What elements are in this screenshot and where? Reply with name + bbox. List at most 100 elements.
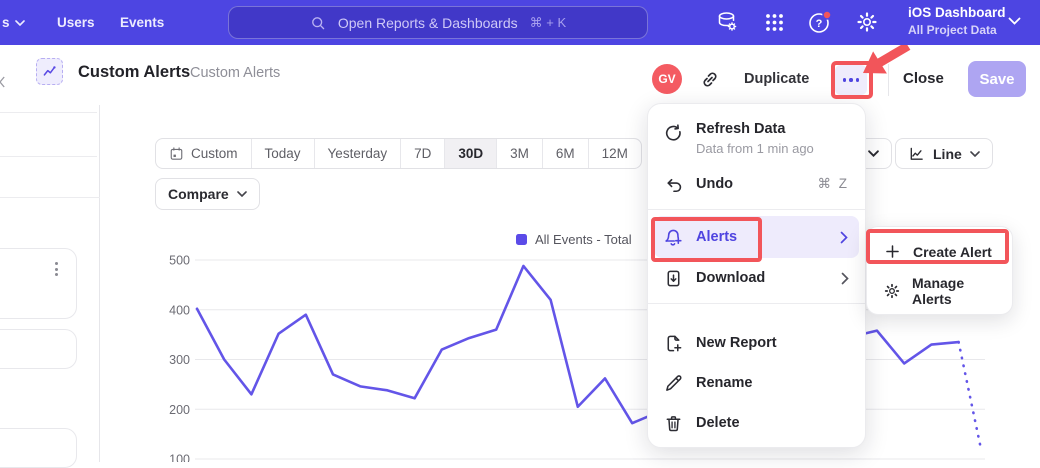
search-placeholder: Open Reports & Dashboards — [338, 15, 518, 31]
project-switcher[interactable]: iOS Dashboard All Project Data — [908, 5, 1006, 38]
alert-card[interactable] — [0, 248, 77, 319]
global-search-input[interactable]: Open Reports & Dashboards ⌘ + K — [228, 6, 648, 39]
menu-item-label: Download — [696, 270, 765, 286]
chevron-down-icon[interactable] — [1008, 17, 1021, 25]
undo-icon — [663, 174, 683, 194]
close-button[interactable]: Close — [903, 70, 944, 87]
submenu-item-manage-alerts[interactable]: Manage Alerts — [867, 271, 1012, 310]
y-tick-label: 300 — [169, 353, 190, 367]
dashboard-name: iOS Dashboard — [908, 5, 1006, 21]
duplicate-button[interactable]: Duplicate — [744, 71, 809, 87]
chart-type-label: Line — [933, 146, 962, 162]
menu-item-label: Delete — [696, 415, 740, 431]
trash-icon — [663, 413, 683, 433]
help-icon[interactable]: ? — [807, 9, 833, 35]
chart-legend: All Events - Total — [516, 232, 632, 247]
chevron-down-icon — [970, 151, 980, 157]
settings-gear-icon[interactable] — [854, 9, 880, 35]
apps-grid-icon[interactable] — [761, 9, 787, 35]
menu-item-alerts[interactable]: Alerts — [654, 216, 859, 258]
calendar-icon — [169, 146, 184, 161]
menu-item-download[interactable]: Download — [648, 258, 865, 298]
alerts-submenu: Create Alert Manage Alerts — [866, 226, 1013, 315]
menu-item-label: Refresh Data — [696, 121, 814, 137]
menu-item-rename[interactable]: Rename — [648, 363, 865, 403]
panel-divider — [0, 112, 97, 113]
breadcrumb: Custom Alerts — [190, 65, 280, 81]
menu-divider — [648, 303, 865, 304]
range-7d[interactable]: 7D — [401, 139, 445, 168]
refresh-icon — [663, 123, 683, 143]
chart-type-button[interactable]: Line — [895, 138, 993, 169]
save-button[interactable]: Save — [968, 61, 1026, 97]
alert-bell-icon — [663, 227, 683, 247]
range-custom[interactable]: Custom — [156, 139, 252, 168]
chevron-down-icon — [237, 191, 247, 197]
range-today[interactable]: Today — [252, 139, 315, 168]
undo-shortcut: ⌘ Z — [818, 176, 850, 192]
menu-item-undo[interactable]: Undo ⌘ Z — [648, 164, 865, 204]
panel-divider — [0, 197, 100, 198]
y-tick-label: 200 — [169, 403, 190, 417]
menu-item-refresh-data[interactable]: Refresh Data Data from 1 min ago — [648, 116, 865, 164]
compare-label: Compare — [168, 186, 229, 202]
line-chart-icon — [908, 146, 925, 162]
menu-item-label: Rename — [696, 375, 752, 391]
legend-label: All Events - Total — [535, 232, 632, 247]
left-sidebar-panel — [0, 105, 100, 462]
y-tick-label: 500 — [169, 254, 190, 268]
data-management-icon[interactable] — [714, 9, 740, 35]
share-link-icon[interactable] — [699, 69, 721, 89]
refresh-subtitle: Data from 1 min ago — [696, 141, 814, 156]
nav-item-events[interactable]: Events — [120, 0, 164, 45]
menu-item-delete[interactable]: Delete — [648, 403, 865, 443]
download-icon — [663, 268, 683, 288]
range-30d-selected[interactable]: 30D — [445, 139, 497, 168]
y-tick-label: 400 — [169, 303, 190, 317]
chevron-down-icon — [868, 150, 879, 157]
search-icon — [310, 15, 326, 31]
menu-divider — [648, 209, 865, 210]
chevron-right-icon — [841, 272, 849, 285]
menu-item-label: Undo — [696, 176, 733, 192]
menu-item-new-report[interactable]: New Report — [648, 323, 865, 363]
pencil-icon — [663, 373, 683, 393]
chevron-right-icon — [840, 231, 848, 244]
kebab-menu-icon[interactable] — [55, 262, 58, 276]
alert-card[interactable] — [0, 428, 77, 468]
nav-item-cut[interactable]: s — [2, 0, 25, 45]
report-icon — [36, 58, 63, 85]
gear-icon — [883, 281, 901, 300]
search-shortcut: ⌘ + K — [530, 15, 567, 31]
menu-item-label: Alerts — [696, 229, 737, 245]
more-options-button[interactable] — [835, 65, 867, 95]
submenu-item-create-alert[interactable]: Create Alert — [867, 232, 1012, 271]
avatar[interactable]: GV — [652, 64, 682, 94]
chart-line-projection-dotted — [959, 342, 981, 449]
menu-item-label: New Report — [696, 335, 777, 351]
range-label: Custom — [191, 146, 238, 161]
range-yesterday[interactable]: Yesterday — [315, 139, 402, 168]
range-3m[interactable]: 3M — [497, 139, 543, 168]
date-range-control: Custom Today Yesterday 7D 30D 3M 6M 12M — [155, 138, 642, 169]
project-scope: All Project Data — [908, 23, 1006, 37]
range-6m[interactable]: 6M — [543, 139, 589, 168]
nav-item-users[interactable]: Users — [57, 0, 95, 45]
alert-card[interactable] — [0, 329, 77, 369]
y-tick-label: 100 — [169, 453, 190, 463]
header-divider — [888, 64, 889, 96]
compare-button[interactable]: Compare — [155, 178, 260, 210]
context-menu: Refresh Data Data from 1 min ago Undo ⌘ … — [647, 103, 866, 448]
new-report-icon — [663, 333, 683, 353]
page-title: Custom Alerts — [78, 63, 190, 82]
submenu-item-label: Create Alert — [913, 244, 992, 260]
svg-text:?: ? — [816, 18, 823, 30]
panel-divider — [0, 156, 97, 157]
legend-swatch — [516, 234, 527, 245]
submenu-item-label: Manage Alerts — [912, 275, 1002, 307]
report-header: Custom Alerts Custom Alerts GV Duplicate… — [0, 45, 1040, 105]
plus-icon — [883, 242, 902, 261]
top-navbar: s Users Events Open Reports & Dashboards… — [0, 0, 1040, 45]
nav-item-cut-label: s — [2, 15, 10, 30]
range-12m[interactable]: 12M — [589, 139, 641, 168]
